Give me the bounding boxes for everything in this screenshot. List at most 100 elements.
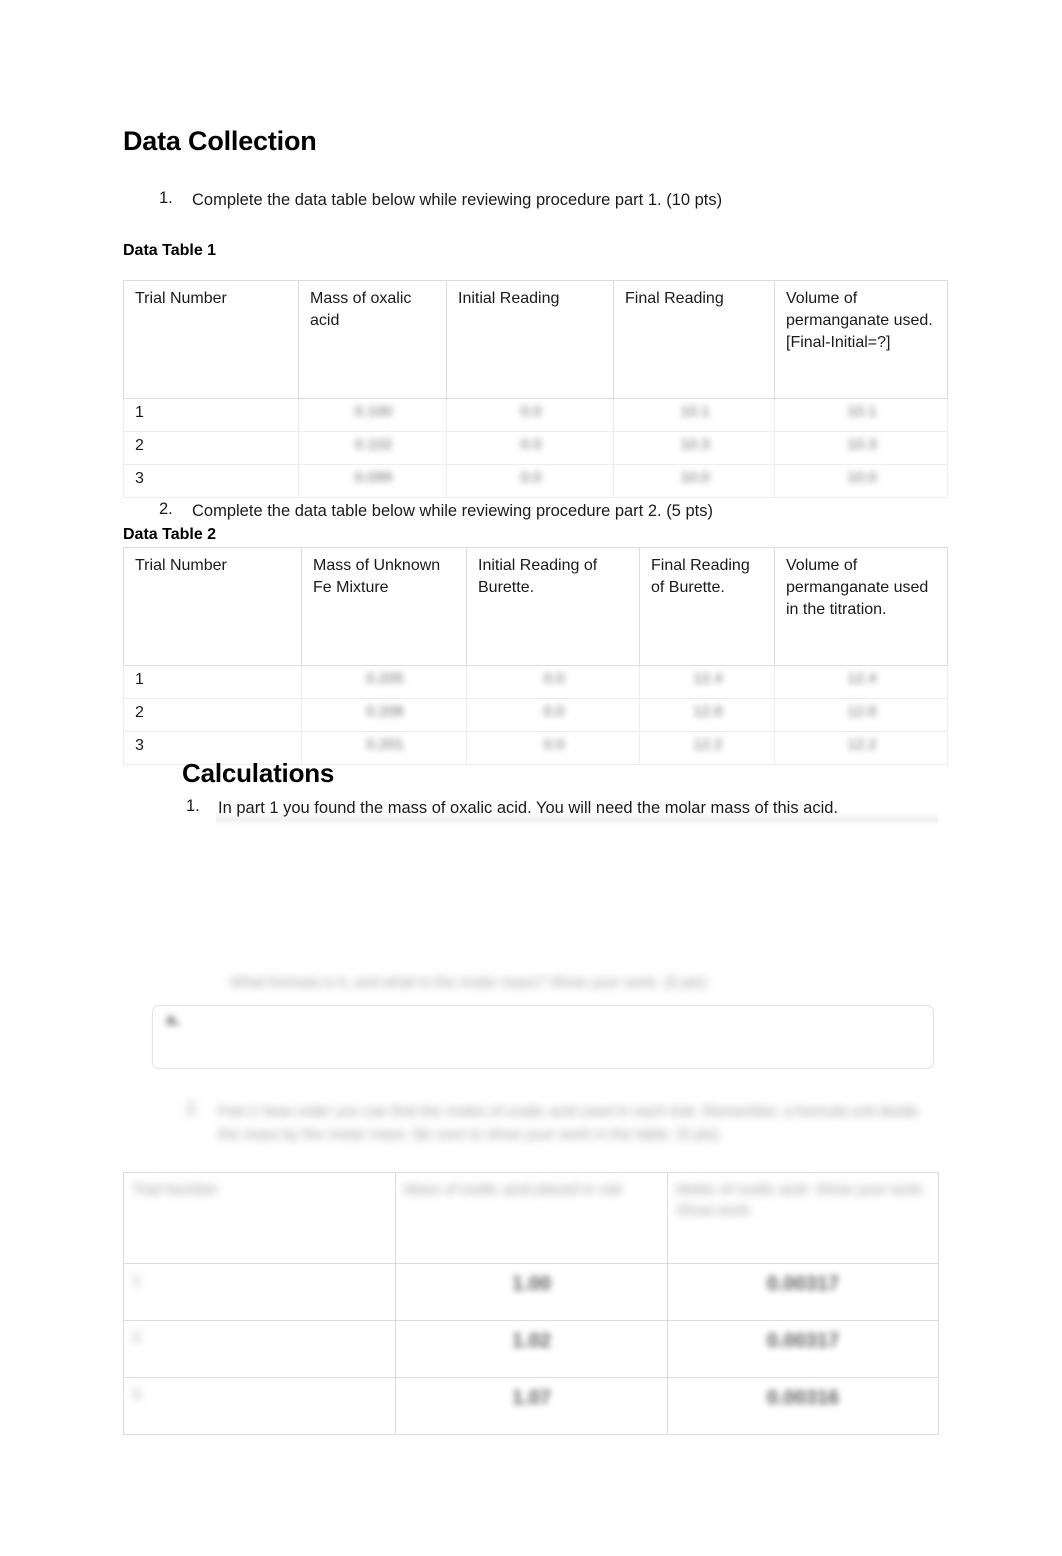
table2-r2-final[interactable]: 12.6 — [639, 698, 775, 732]
redacted-header: Moles of oxalic acid. Show your work. Sh… — [676, 1181, 927, 1219]
table1-r2-final[interactable]: 10.3 — [613, 431, 775, 465]
redacted-value: 12.6 — [847, 703, 877, 720]
table2-r2-mass[interactable]: 0.208 — [301, 698, 467, 732]
table1-r2-volume[interactable]: 10.3 — [774, 431, 948, 465]
redacted-header: Mass of oxalic acid placed in vial — [404, 1181, 622, 1198]
redacted-value: 0.0 — [543, 703, 565, 720]
table-row: 2 1.02 0.00317 — [123, 1320, 939, 1378]
instruction-2-number: 2. — [159, 500, 173, 518]
instruction-1-number: 1. — [159, 189, 173, 207]
table-header-row: Trial Number Mass of oxalic acid Initial… — [123, 280, 948, 399]
calculation-1-text: In part 1 you found the mass of oxalic a… — [218, 799, 839, 817]
redacted-value: 0.0 — [520, 436, 542, 453]
redacted-value: 0.205 — [366, 670, 404, 687]
table3-r1-moles[interactable]: 0.00317 — [667, 1263, 939, 1321]
table3-header-trial: Trial Number — [123, 1172, 396, 1264]
table1-header-volume: Volume of permanganate used. [Final-Init… — [774, 280, 948, 399]
data-table-3: Trial Number Mass of oxalic acid placed … — [123, 1172, 939, 1435]
table2-r1-volume[interactable]: 12.4 — [774, 665, 948, 699]
table1-r2-initial[interactable]: 0.0 — [446, 431, 614, 465]
table2-r2-volume[interactable]: 12.6 — [774, 698, 948, 732]
redacted-value: 1.02 — [512, 1330, 551, 1352]
table3-r1-mass[interactable]: 1.00 — [395, 1263, 668, 1321]
table1-r1-mass[interactable]: 0.100 — [298, 398, 447, 432]
redacted-value: 0.0 — [543, 736, 565, 753]
table1-r3-volume[interactable]: 10.0 — [774, 464, 948, 498]
page-title-data-collection: Data Collection — [123, 126, 317, 156]
redacted-value: 12.6 — [693, 703, 723, 720]
calculation-2-text-redacted: Part 2 Now order you can find the moles … — [218, 1103, 919, 1144]
table3-header-mass: Mass of oxalic acid placed in vial — [395, 1172, 668, 1264]
table1-r3-initial[interactable]: 0.0 — [446, 464, 614, 498]
table2-r2-trial: 2 — [123, 698, 302, 732]
table2-r1-final[interactable]: 12.4 — [639, 665, 775, 699]
table3-r2-trial[interactable]: 2 — [123, 1320, 396, 1378]
table2-header-final: Final Reading of Burette. — [639, 547, 775, 666]
table2-header-volume: Volume of permanganate used in the titra… — [774, 547, 948, 666]
redacted-value: 10.1 — [680, 403, 710, 420]
redacted-value: 12.4 — [847, 670, 877, 687]
redacted-value: 0.0 — [543, 670, 565, 687]
table3-r1-trial[interactable]: 1 — [123, 1263, 396, 1321]
redacted-value: 10.0 — [847, 469, 877, 486]
table2-header-initial: Initial Reading of Burette. — [466, 547, 640, 666]
data-table-1: Trial Number Mass of oxalic acid Initial… — [123, 280, 948, 498]
redacted-value: 1.07 — [512, 1387, 551, 1409]
redacted-value: 0.102 — [354, 436, 393, 453]
redacted-value: 0.0 — [520, 469, 542, 486]
table-row: 3 0.099 0.0 10.0 10.0 — [123, 464, 948, 498]
redacted-value: 0.0 — [520, 403, 542, 420]
table3-r3-mass[interactable]: 1.07 — [395, 1377, 668, 1435]
instruction-1-text: Complete the data table below while revi… — [192, 191, 723, 209]
table-row: 1 0.205 0.0 12.4 12.4 — [123, 665, 948, 699]
table3-r2-moles[interactable]: 0.00317 — [667, 1320, 939, 1378]
table-header-row: Trial Number Mass of Unknown Fe Mixture … — [123, 547, 948, 666]
redacted-header: Trial Number — [132, 1181, 219, 1198]
redacted-value: 1 — [132, 1272, 141, 1289]
page-title-calculations: Calculations — [182, 758, 335, 788]
table2-r2-initial[interactable]: 0.0 — [466, 698, 640, 732]
redacted-value: 0.00317 — [766, 1273, 840, 1295]
table2-r1-trial: 1 — [123, 665, 302, 699]
answer-box-marker: a. — [166, 1010, 181, 1029]
table1-r3-final[interactable]: 10.0 — [613, 464, 775, 498]
redacted-value: 10.3 — [847, 436, 877, 453]
redacted-value: 2 — [132, 1329, 141, 1346]
table2-r1-initial[interactable]: 0.0 — [466, 665, 640, 699]
redacted-value: 12.2 — [693, 736, 723, 753]
redacted-value: 1.00 — [512, 1273, 551, 1295]
redacted-value: 0.201 — [366, 736, 404, 753]
calculation-1a-text-redacted: What formula is it, and what is the mola… — [230, 974, 707, 991]
table1-r1-volume[interactable]: 10.1 — [774, 398, 948, 432]
table1-header-mass: Mass of oxalic acid — [298, 280, 447, 399]
table1-r1-final[interactable]: 10.1 — [613, 398, 775, 432]
table2-header-mass: Mass of Unknown Fe Mixture — [301, 547, 467, 666]
calculation-2-number-redacted: 2. — [186, 1100, 200, 1118]
redacted-value: 0.100 — [354, 403, 393, 420]
redacted-value: 12.4 — [693, 670, 723, 687]
redacted-value: 0.00317 — [766, 1330, 840, 1352]
table1-r3-mass[interactable]: 0.099 — [298, 464, 447, 498]
label-data-table-1: Data Table 1 — [123, 242, 217, 259]
table-row: 3 1.07 0.00316 — [123, 1377, 939, 1435]
table1-r1-initial[interactable]: 0.0 — [446, 398, 614, 432]
answer-input-box[interactable] — [152, 1005, 934, 1069]
table-row: 2 0.208 0.0 12.6 12.6 — [123, 698, 948, 732]
table3-r3-trial[interactable]: 3 — [123, 1377, 396, 1435]
table3-r2-mass[interactable]: 1.02 — [395, 1320, 668, 1378]
table1-r3-trial: 3 — [123, 464, 299, 498]
table1-header-initial: Initial Reading — [446, 280, 614, 399]
table1-r2-mass[interactable]: 0.102 — [298, 431, 447, 465]
table2-r1-mass[interactable]: 0.205 — [301, 665, 467, 699]
calculation-1-number: 1. — [186, 797, 200, 815]
table-header-row: Trial Number Mass of oxalic acid placed … — [123, 1172, 939, 1264]
table2-r3-final[interactable]: 12.2 — [639, 731, 775, 765]
table2-r3-initial[interactable]: 0.0 — [466, 731, 640, 765]
redacted-value: 0.208 — [366, 703, 404, 720]
table3-r3-moles[interactable]: 0.00316 — [667, 1377, 939, 1435]
table2-r3-volume[interactable]: 12.2 — [774, 731, 948, 765]
instruction-2-text: Complete the data table below while revi… — [192, 502, 713, 520]
redacted-value: 12.2 — [847, 736, 877, 753]
document-page: Data Collection 1. Complete the data tab… — [0, 0, 1062, 1556]
table1-r2-trial: 2 — [123, 431, 299, 465]
